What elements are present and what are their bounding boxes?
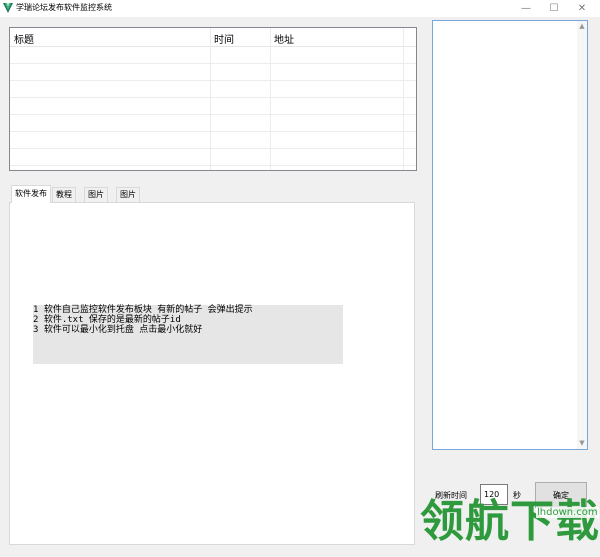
watermark: 领航下载 lhdown.com [416, 494, 600, 554]
scroll-up-icon[interactable]: ▲ [578, 22, 586, 31]
table-row[interactable] [10, 64, 416, 81]
v-logo-icon [3, 3, 13, 13]
column-header-title[interactable]: 标题 [14, 31, 34, 46]
table-row[interactable] [10, 98, 416, 115]
log-listbox[interactable]: ▲ ▼ [432, 20, 588, 450]
window-title: 学瑞论坛发布软件监控系统 [16, 3, 112, 12]
tab-software-release[interactable]: 软件发布 [11, 185, 51, 203]
watermark-text: 领航下载 [420, 496, 600, 547]
tab-images-1[interactable]: 图片 [84, 187, 108, 202]
tab-panel: 1 软件自己监控软件发布板块 有新的帖子 会弹出提示 2 软件.txt 保存的是… [9, 202, 415, 545]
instruction-line: 3 软件可以最小化到托盘 点击最小化就好 [33, 325, 203, 335]
scroll-down-icon[interactable]: ▼ [578, 439, 586, 448]
table-row[interactable] [10, 81, 416, 98]
table-row[interactable] [10, 47, 416, 64]
post-table[interactable]: 标题 时间 地址 [9, 27, 417, 171]
table-row[interactable] [10, 115, 416, 132]
table-header: 标题 时间 地址 [10, 28, 416, 47]
instruction-line: 1 软件自己监控软件发布板块 有新的帖子 会弹出提示 [33, 305, 253, 315]
listbox-scrollbar[interactable]: ▲ ▼ [577, 21, 587, 449]
instruction-line: 2 软件.txt 保存的是最新的帖子id [33, 315, 181, 325]
watermark-url: lhdown.com [536, 507, 599, 518]
title-bar: 学瑞论坛发布软件监控系统 — ☐ ✕ [0, 0, 600, 17]
column-header-time[interactable]: 时间 [214, 31, 234, 46]
table-row[interactable] [10, 132, 416, 149]
close-button[interactable]: ✕ [566, 0, 598, 17]
table-row[interactable] [10, 149, 416, 166]
column-header-address[interactable]: 地址 [274, 31, 294, 46]
tab-images-2[interactable]: 图片 [116, 187, 140, 202]
tab-tutorial[interactable]: 教程 [52, 187, 76, 202]
instructions-text: 1 软件自己监控软件发布板块 有新的帖子 会弹出提示 2 软件.txt 保存的是… [33, 305, 343, 364]
